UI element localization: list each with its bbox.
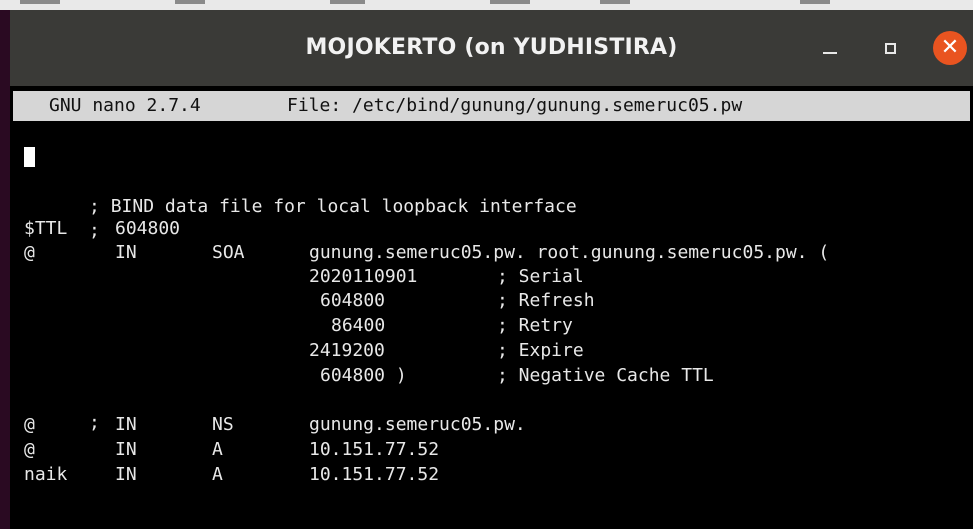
- soa-comment: ; Negative Cache TTL: [497, 365, 714, 386]
- dns-record-row[interactable]: @ IN NS gunung.semeruc05.pw.: [24, 414, 964, 436]
- record-name: @: [24, 439, 35, 460]
- nano-file-path: File: /etc/bind/gunung/gunung.semeruc05.…: [287, 95, 743, 116]
- soa-value: 2419200: [309, 340, 385, 361]
- record-type: A: [212, 439, 223, 460]
- close-button[interactable]: ✕: [927, 10, 973, 86]
- minimize-icon: [823, 52, 837, 54]
- ttl-directive: $TTL: [24, 218, 68, 239]
- record-type: SOA: [212, 242, 245, 263]
- maximize-button[interactable]: [870, 10, 910, 86]
- soa-comment: ; Refresh: [497, 290, 595, 311]
- record-data: 10.151.77.52: [309, 464, 440, 485]
- record-class: IN: [115, 414, 137, 435]
- soa-line[interactable]: @ IN SOA gunung.semeruc05.pw. root.gunun…: [24, 242, 964, 264]
- soa-value: 86400: [331, 315, 386, 336]
- negcache-line[interactable]: 604800 ) ; Negative Cache TTL: [24, 365, 964, 387]
- record-type: NS: [212, 414, 234, 435]
- serial-line[interactable]: 2020110901 ; Serial: [24, 266, 964, 288]
- soa-comment: ; Serial: [497, 266, 584, 287]
- record-data: gunung.semeruc05.pw. root.gunung.semeruc…: [309, 242, 830, 263]
- background-window-edge: [0, 0, 973, 10]
- record-class: IN: [115, 439, 137, 460]
- nano-version: GNU nano 2.7.4: [49, 95, 201, 116]
- record-name: @: [24, 414, 35, 435]
- title-bar[interactable]: MOJOKERTO (on YUDHISTIRA) ✕: [10, 10, 973, 86]
- nano-header-bar: GNU nano 2.7.4 File: /etc/bind/gunung/gu…: [13, 91, 970, 121]
- soa-value: 604800 ): [320, 365, 407, 386]
- desktop-edge: [0, 10, 10, 529]
- refresh-line[interactable]: 604800 ; Refresh: [24, 290, 964, 312]
- record-data: gunung.semeruc05.pw.: [309, 414, 526, 435]
- ttl-value: 604800: [115, 218, 181, 239]
- record-type: A: [212, 464, 223, 485]
- terminal-window: MOJOKERTO (on YUDHISTIRA) ✕ GNU nano 2.7…: [0, 0, 973, 529]
- close-icon: ✕: [933, 31, 967, 65]
- retry-line[interactable]: 86400 ; Retry: [24, 315, 964, 337]
- ttl-line[interactable]: $TTL 604800: [24, 218, 964, 240]
- record-class: IN: [115, 242, 137, 263]
- dns-record-row[interactable]: @ IN A 10.151.77.52: [24, 439, 964, 461]
- soa-comment: ; Expire: [497, 340, 584, 361]
- dns-record-row[interactable]: naik IN A 10.151.77.52: [24, 464, 964, 486]
- record-class: IN: [115, 464, 137, 485]
- soa-value: 2020110901: [309, 266, 418, 287]
- record-name: @: [24, 242, 35, 263]
- minimize-button[interactable]: [810, 10, 850, 86]
- comment-text: ; BIND data file for local loopback inte…: [89, 196, 577, 217]
- soa-comment: ; Retry: [497, 315, 573, 336]
- record-name: naik: [24, 464, 68, 485]
- soa-value: 604800: [320, 290, 386, 311]
- terminal-area[interactable]: GNU nano 2.7.4 File: /etc/bind/gunung/gu…: [10, 86, 973, 529]
- expire-line[interactable]: 2419200 ; Expire: [24, 340, 964, 362]
- maximize-icon: [884, 42, 896, 54]
- record-data: 10.151.77.52: [309, 439, 440, 460]
